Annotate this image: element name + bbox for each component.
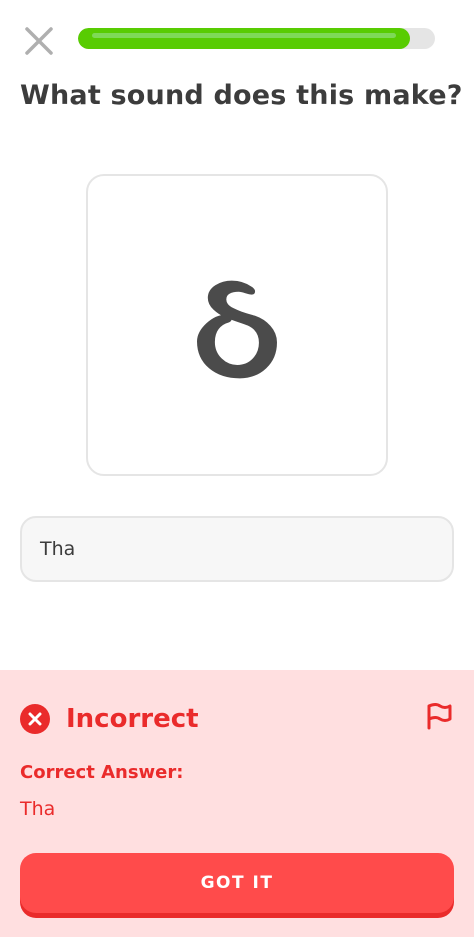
lesson-screen: What sound does this make? ઠ Tha Incorre…	[0, 0, 474, 937]
correct-answer-value: Tha	[20, 798, 56, 820]
prompt-title: What sound does this make?	[20, 80, 463, 111]
close-icon	[25, 27, 53, 55]
progress-fill	[78, 28, 410, 49]
character-glyph: ઠ	[193, 238, 281, 412]
answer-text: Tha	[40, 538, 76, 560]
answer-input[interactable]: Tha	[20, 516, 454, 582]
report-button[interactable]	[424, 700, 454, 732]
flag-icon	[427, 703, 452, 730]
character-card: ઠ	[86, 174, 388, 476]
feedback-status: Incorrect	[66, 704, 199, 734]
x-circle-icon	[20, 704, 50, 734]
feedback-panel: Incorrect Correct Answer: Tha GOT IT	[0, 670, 474, 937]
close-button[interactable]	[20, 22, 58, 60]
progress-bar	[78, 28, 435, 49]
correct-answer-label: Correct Answer:	[20, 762, 184, 783]
got-it-button[interactable]: GOT IT	[20, 853, 454, 913]
feedback-header: Incorrect	[20, 704, 199, 734]
progress-highlight	[92, 33, 396, 38]
